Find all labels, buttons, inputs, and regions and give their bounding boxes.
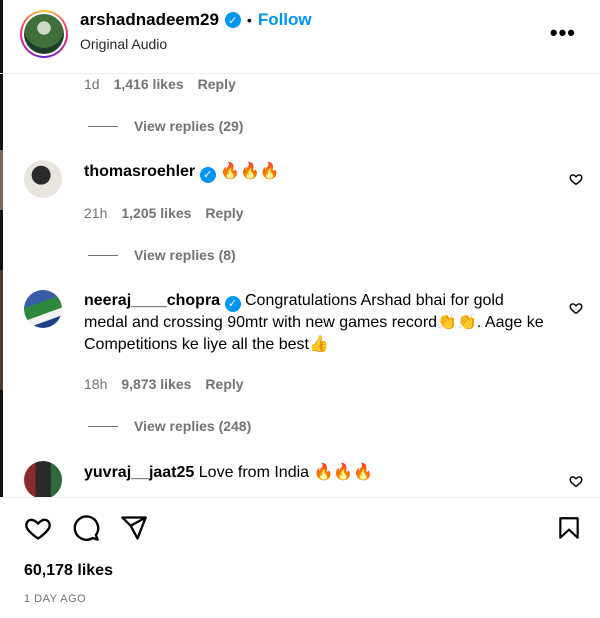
commenter-username[interactable]: yuvraj__jaat25 bbox=[84, 464, 194, 481]
comment-age: 1d bbox=[84, 76, 100, 92]
verified-icon: ✓ bbox=[224, 12, 241, 28]
commenter-avatar[interactable] bbox=[24, 160, 62, 198]
comment-content: Love from India 🔥🔥🔥 bbox=[198, 464, 374, 481]
follow-button[interactable]: Follow bbox=[258, 10, 312, 30]
comment-likes[interactable]: 1,416 likes bbox=[114, 76, 184, 92]
post-likes-count[interactable]: 60,178 likes bbox=[24, 562, 113, 580]
view-replies-button[interactable]: View replies (8) bbox=[88, 247, 236, 263]
view-replies-label: View replies (8) bbox=[134, 247, 236, 263]
like-comment-heart-icon[interactable] bbox=[569, 301, 583, 315]
post-header: arshadnadeem29 ✓ • Follow Original Audio… bbox=[0, 0, 600, 74]
share-icon[interactable] bbox=[120, 514, 148, 542]
heart-icon[interactable] bbox=[24, 514, 52, 542]
comment-likes[interactable]: 9,873 likes bbox=[121, 376, 191, 392]
comment-content: 🔥🔥🔥 bbox=[220, 163, 280, 180]
comment-icon[interactable] bbox=[72, 514, 100, 542]
commenter-username[interactable]: thomasroehler bbox=[84, 163, 195, 180]
comment-text: neeraj____chopra ✓ Congratulations Arsha… bbox=[84, 290, 544, 356]
comment-likes[interactable]: 1,205 likes bbox=[121, 205, 191, 221]
author-avatar[interactable] bbox=[20, 10, 68, 58]
commenter-avatar[interactable] bbox=[24, 461, 62, 497]
verified-icon: ✓ bbox=[199, 167, 216, 183]
comment-text: thomasroehler ✓ 🔥🔥🔥 bbox=[84, 161, 544, 183]
view-replies-label: View replies (248) bbox=[134, 418, 252, 434]
more-icon[interactable]: ••• bbox=[550, 20, 576, 46]
bookmark-icon[interactable] bbox=[556, 514, 582, 542]
author-username[interactable]: arshadnadeem29 bbox=[80, 10, 219, 30]
view-replies-button[interactable]: View replies (29) bbox=[88, 118, 243, 134]
commenter-username[interactable]: neeraj____chopra bbox=[84, 292, 220, 309]
post-date[interactable]: 1 DAY AGO bbox=[24, 593, 86, 605]
comment-age: 18h bbox=[84, 376, 108, 392]
audio-label[interactable]: Original Audio bbox=[80, 36, 167, 52]
like-comment-heart-icon[interactable] bbox=[569, 474, 583, 488]
view-replies-button[interactable]: View replies (248) bbox=[88, 418, 251, 434]
view-replies-label: View replies (29) bbox=[134, 118, 244, 134]
like-comment-heart-icon[interactable] bbox=[569, 172, 583, 186]
comment-meta: 21h 1,205 likes Reply bbox=[84, 205, 244, 221]
verified-icon: ✓ bbox=[224, 296, 241, 312]
comment-meta: 18h 9,873 likes Reply bbox=[84, 376, 244, 392]
reply-button[interactable]: Reply bbox=[205, 376, 243, 392]
reply-button[interactable]: Reply bbox=[205, 205, 243, 221]
comment-row-partial: yuvraj__jaat25 Love from India 🔥🔥🔥 bbox=[0, 456, 600, 497]
comment-text: yuvraj__jaat25 Love from India 🔥🔥🔥 bbox=[84, 462, 544, 484]
comment-age: 21h bbox=[84, 205, 108, 221]
commenter-avatar[interactable] bbox=[24, 290, 62, 328]
separator-dot: • bbox=[246, 12, 252, 28]
post-actions: 60,178 likes 1 DAY AGO bbox=[0, 497, 600, 618]
comment-meta: 1d 1,416 likes Reply bbox=[84, 76, 236, 92]
reply-button[interactable]: Reply bbox=[198, 76, 236, 92]
